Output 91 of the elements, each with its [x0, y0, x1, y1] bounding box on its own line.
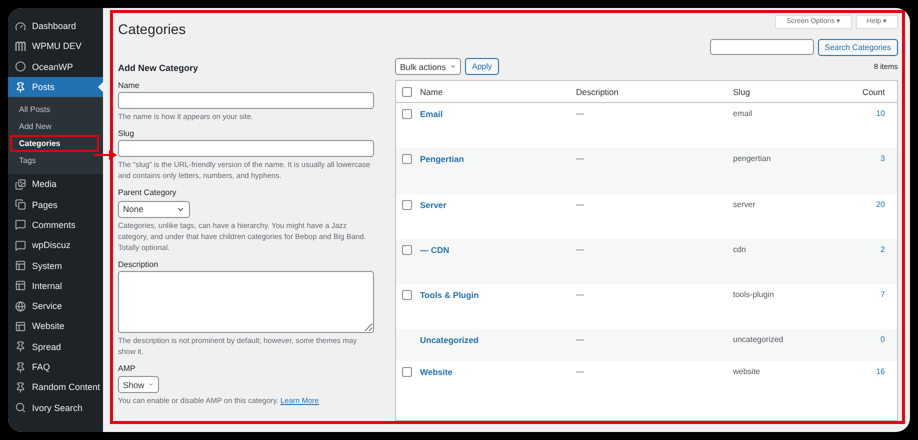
sidebar-item[interactable]: Spread	[8, 336, 103, 357]
panel-icon	[15, 320, 26, 332]
category-name-link[interactable]: Server	[420, 200, 446, 210]
description-cell-text: —	[576, 109, 585, 118]
field-label: Parent Category	[118, 188, 178, 197]
slug-cell-text: email	[733, 109, 754, 118]
sidebar-item[interactable]: Website	[8, 316, 103, 337]
pages-icon	[15, 199, 26, 210]
search-field[interactable]	[710, 39, 814, 55]
images-icon	[15, 178, 26, 190]
field-label: Description	[118, 260, 160, 268]
row-checkbox[interactable]	[402, 109, 412, 119]
field-label: AMP	[118, 364, 136, 372]
column-header[interactable]: Count	[857, 87, 897, 97]
circle-icon	[15, 61, 26, 72]
category-name-link[interactable]: Uncategorized	[420, 335, 479, 346]
bulk-actions-select[interactable]: Bulk actions	[395, 58, 461, 75]
sidebar-item[interactable]: FAQ	[8, 356, 103, 378]
pin-icon	[15, 382, 26, 393]
description-cell-text: —	[576, 200, 585, 209]
search-icon	[15, 402, 26, 414]
count-link[interactable]: 2	[880, 244, 885, 254]
sidebar-item[interactable]: Comments	[8, 214, 103, 236]
panel-icon	[15, 280, 26, 292]
form-title: Add New Category	[118, 63, 200, 73]
slug-cell-text: tools-plugin	[733, 290, 775, 300]
sidebar-item[interactable]: WPMU DEV	[8, 36, 103, 57]
description-cell-text: —	[576, 244, 585, 254]
amp-select[interactable]: Show	[118, 376, 159, 393]
sidebar-item[interactable]: Ivory Search	[8, 397, 103, 418]
pin-icon	[15, 362, 26, 372]
parent-select[interactable]: None	[118, 200, 190, 218]
page-title: Categories	[118, 21, 186, 37]
description-field[interactable]	[118, 270, 374, 332]
submenu-item[interactable]: Add New	[10, 118, 99, 136]
gauge-icon	[15, 20, 26, 32]
category-name-link[interactable]: Email	[420, 109, 443, 119]
sidebar-item[interactable]: Internal	[8, 276, 103, 296]
slug-cell-text: pengertian	[733, 154, 772, 164]
description-cell-text: —	[576, 154, 585, 164]
speech-bubble-icon	[15, 240, 26, 251]
bars-icon	[15, 40, 26, 52]
field-label: Slug	[118, 129, 136, 138]
row-checkbox[interactable]	[402, 290, 412, 300]
select-all-checkbox[interactable]	[402, 87, 412, 97]
apply-button[interactable]: Apply	[465, 58, 500, 75]
slug-cell-text: website	[733, 367, 762, 376]
speech-bubble-icon	[15, 219, 26, 230]
category-name-link[interactable]: Pengertian	[420, 154, 464, 164]
slug-cell-text: server	[733, 200, 756, 209]
sidebar-item[interactable]: Service	[8, 296, 103, 316]
submenu-item[interactable]: All Posts	[10, 101, 99, 118]
count-link[interactable]: 10	[876, 109, 885, 118]
description-cell-text: —	[576, 290, 585, 300]
count-link[interactable]: 0	[880, 335, 885, 344]
category-name-link[interactable]: Tools & Plugin	[420, 290, 479, 300]
globe-icon	[15, 300, 26, 312]
column-header[interactable]: Name	[420, 87, 576, 97]
field-label: Name	[118, 81, 140, 90]
sidebar-item[interactable]: Posts	[8, 76, 103, 98]
count-link[interactable]: 7	[880, 290, 885, 300]
category-name-link[interactable]: Website	[420, 367, 452, 378]
sidebar-item[interactable]: Pages	[8, 194, 103, 215]
slug-cell-text: cdn	[733, 244, 747, 254]
sidebar-item[interactable]: Media	[8, 174, 103, 194]
category-name-link[interactable]: — CDN	[420, 244, 450, 255]
slug-cell-text: uncategorized	[733, 335, 784, 344]
slug-field[interactable]	[118, 140, 374, 157]
description-cell-text: —	[576, 335, 585, 344]
submenu-item[interactable]: Tags	[10, 152, 99, 170]
count-link[interactable]: 16	[876, 367, 885, 376]
count-link[interactable]: 3	[880, 154, 885, 164]
sidebar-item[interactable]: wpDiscuz	[8, 235, 103, 256]
row-checkbox[interactable]	[402, 244, 412, 255]
row-checkbox[interactable]	[402, 154, 412, 164]
pin-icon	[15, 82, 26, 93]
submenu-item[interactable]: Categories	[10, 135, 99, 152]
row-checkbox[interactable]	[402, 367, 412, 378]
pin-icon	[15, 341, 26, 352]
count-link[interactable]: 20	[876, 200, 885, 209]
column-header[interactable]: Description	[576, 87, 733, 97]
search-button[interactable]: Search Categories	[818, 39, 898, 56]
description-cell-text: —	[576, 367, 585, 376]
panel-icon	[15, 260, 26, 272]
column-header[interactable]: Slug	[733, 87, 857, 97]
sidebar-item[interactable]: Random Content	[8, 377, 103, 398]
row-checkbox[interactable]	[402, 200, 412, 210]
sidebar-item[interactable]: OceanWP	[8, 56, 103, 77]
name-field[interactable]	[118, 92, 374, 109]
sidebar-item[interactable]: Dashboard	[8, 16, 103, 36]
sidebar-item[interactable]: System	[8, 255, 103, 276]
